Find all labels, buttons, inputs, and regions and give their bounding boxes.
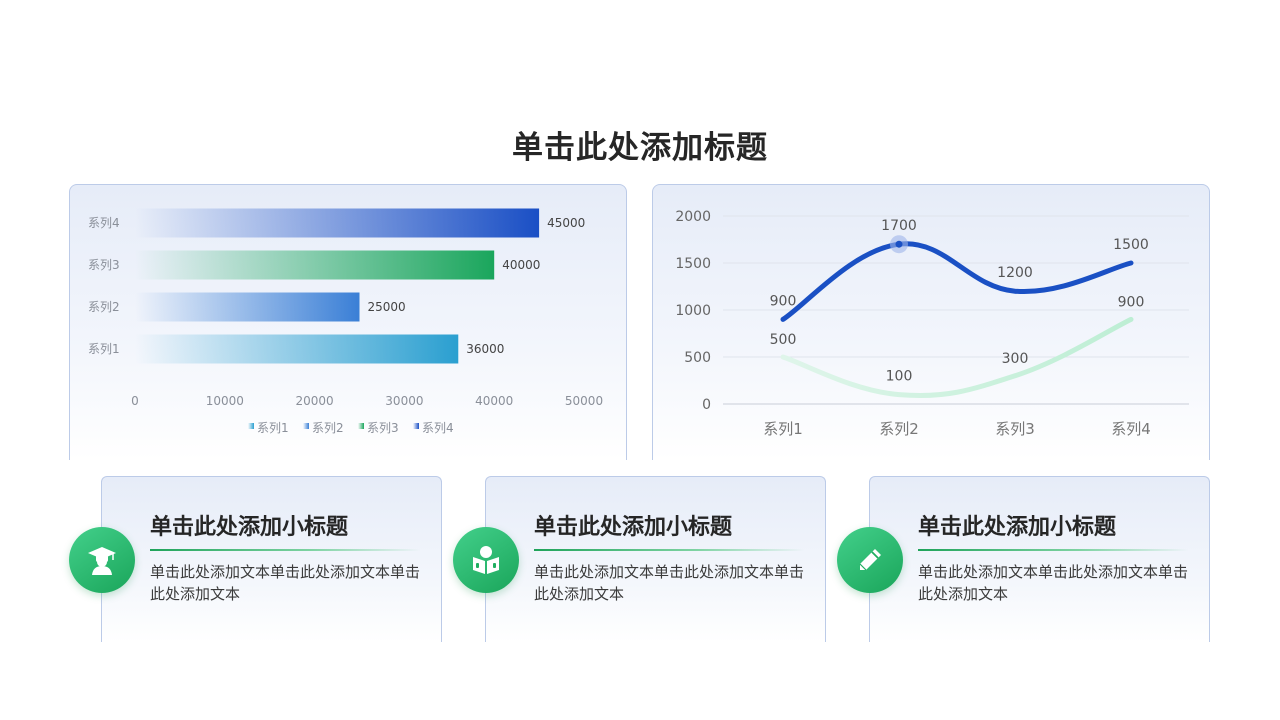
card-text: 单击此处添加文本单击此处添加文本单击此处添加文本 (918, 563, 1189, 603)
card-divider (534, 549, 804, 551)
card-divider (918, 549, 1188, 551)
y-tick-label: 2000 (675, 209, 711, 225)
bar-category-label: 系列4 (88, 216, 120, 230)
x-tick-label: 50000 (565, 394, 603, 408)
bar (135, 292, 360, 322)
series-1-point (895, 240, 903, 248)
reading-icon (453, 527, 519, 593)
card-title: 单击此处添加小标题 (150, 515, 349, 540)
series-1-line (780, 241, 1134, 322)
legend-entry: 系列3 (367, 421, 399, 435)
series-2-data-label: 100 (886, 369, 913, 385)
bar-category-label: 系列3 (88, 258, 120, 272)
x-category-label: 系列3 (995, 420, 1035, 438)
feature-card-1: 单击此处添加小标题 单击此处添加文本单击此处添加文本单击此处添加文本 (101, 476, 442, 642)
legend-entry: 系列2 (312, 421, 344, 435)
card-title: 单击此处添加小标题 (534, 515, 733, 540)
x-tick-label: 40000 (475, 394, 513, 408)
series-2-data-label: 300 (1002, 351, 1029, 367)
y-tick-label: 1500 (675, 256, 711, 272)
page-title: 单击此处添加标题 (512, 130, 768, 166)
series-1-data-label: 1500 (1113, 237, 1149, 253)
feature-card-3: 单击此处添加小标题 单击此处添加文本单击此处添加文本单击此处添加文本 (869, 476, 1210, 642)
x-category-label: 系列4 (1111, 420, 1151, 438)
bar (135, 208, 540, 238)
x-tick-label: 20000 (296, 394, 334, 408)
card-divider (150, 549, 420, 551)
x-tick-label: 10000 (206, 394, 244, 408)
bar-data-label: 25000 (368, 300, 406, 314)
feature-card-2: 单击此处添加小标题 单击此处添加文本单击此处添加文本单击此处添加文本 (485, 476, 826, 642)
pencil-icon (837, 527, 903, 593)
bar-chart-panel: 系列1 36000 系列2 25000 系列3 40000 系列4 45000 0 10000 20… (69, 184, 627, 460)
series-1-data-label: 1700 (881, 218, 917, 234)
y-tick-label: 500 (684, 350, 711, 366)
bar-category-label: 系列2 (88, 300, 120, 314)
bar-data-label: 40000 (502, 258, 540, 272)
bar-data-label: 36000 (466, 342, 504, 356)
legend-swatch (413, 423, 419, 429)
legend-swatch (303, 423, 309, 429)
bar-category-label: 系列1 (88, 342, 120, 356)
x-category-label: 系列2 (879, 420, 919, 438)
bar-chart: 系列1 36000 系列2 25000 系列3 40000 系列4 45000 0 10000 20… (88, 208, 603, 435)
graduate-icon (69, 527, 135, 593)
bar-data-label: 45000 (547, 216, 585, 230)
x-tick-label: 30000 (385, 394, 423, 408)
bar (135, 250, 495, 280)
line-chart: 0 500 1000 1500 2000 900 1700 1200 1500 500 100 300… (675, 209, 1189, 438)
series-1-data-label: 1200 (997, 265, 1033, 281)
series-1-data-label: 900 (770, 293, 797, 309)
bar (135, 334, 459, 364)
legend-swatch (358, 423, 364, 429)
legend-entry: 系列4 (422, 421, 454, 435)
y-tick-label: 1000 (675, 303, 711, 319)
x-tick-label: 0 (131, 394, 139, 408)
line-chart-panel: 0 500 1000 1500 2000 900 1700 1200 1500 500 100 300… (652, 184, 1210, 460)
legend-swatch (248, 423, 254, 429)
x-category-label: 系列1 (763, 420, 803, 438)
y-tick-label: 0 (702, 397, 711, 413)
series-2-data-label: 500 (770, 332, 797, 348)
card-text: 单击此处添加文本单击此处添加文本单击此处添加文本 (534, 563, 805, 603)
card-text: 单击此处添加文本单击此处添加文本单击此处添加文本 (150, 563, 421, 603)
series-2-data-label: 900 (1118, 294, 1145, 310)
legend-entry: 系列1 (257, 421, 289, 435)
card-title: 单击此处添加小标题 (918, 515, 1117, 540)
